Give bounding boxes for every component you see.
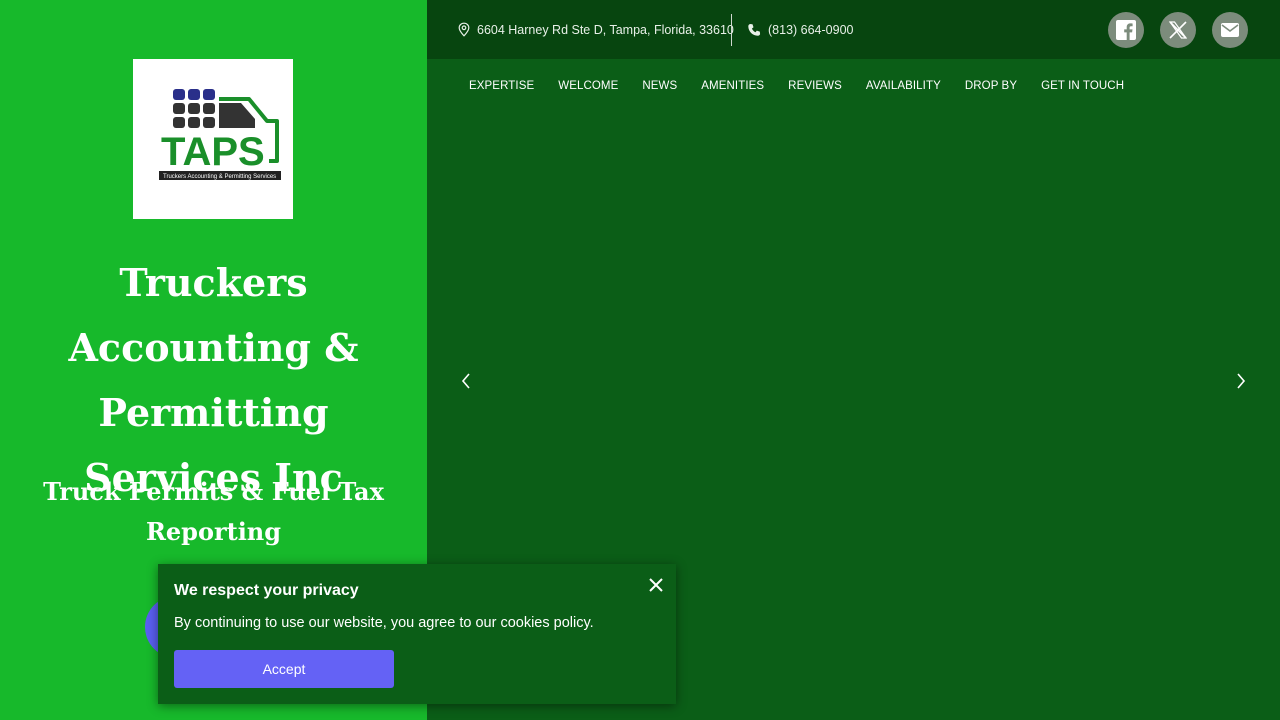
top-contact-bar: 6604 Harney Rd Ste D, Tampa, Florida, 33… <box>427 0 1280 59</box>
nav-item-get-in-touch[interactable]: GET IN TOUCH <box>1041 80 1124 98</box>
cookie-close-button[interactable] <box>646 575 666 595</box>
phone-icon <box>748 23 761 36</box>
slider-prev-button[interactable] <box>454 368 478 394</box>
x-icon <box>1168 21 1188 39</box>
business-name: Truckers Accounting & Permitting Service… <box>68 260 359 500</box>
nav-item-amenities[interactable]: AMENITIES <box>701 80 764 98</box>
cookie-banner-message: By continuing to use our website, you ag… <box>174 615 594 631</box>
nav-item-availability[interactable]: AVAILABILITY <box>866 80 941 98</box>
slider-next-button[interactable] <box>1229 368 1253 394</box>
phone-text: (813) 664-0900 <box>768 22 854 37</box>
taps-logo-icon: TAPS Truckers Accounting & Permitting Se… <box>159 89 281 180</box>
nav-item-reviews[interactable]: REVIEWS <box>788 80 842 98</box>
location-pin-icon <box>458 22 470 37</box>
chevron-right-icon <box>1237 373 1246 389</box>
nav-item-expertise[interactable]: EXPERTISE <box>469 80 534 98</box>
business-tagline: Truck Permits & Fuel Tax Reporting <box>43 477 384 546</box>
phone-link[interactable]: (813) 664-0900 <box>747 0 853 59</box>
chevron-left-icon <box>461 373 470 389</box>
cookie-accept-button[interactable]: Accept <box>174 650 394 688</box>
email-button[interactable] <box>1212 12 1248 48</box>
email-icon <box>1221 23 1239 37</box>
nav-item-news[interactable]: NEWS <box>642 80 677 98</box>
contact-divider <box>731 14 732 46</box>
facebook-button[interactable] <box>1108 12 1144 48</box>
facebook-icon <box>1116 20 1136 40</box>
nav-item-drop-by[interactable]: DROP BY <box>965 80 1017 98</box>
cookie-banner-title: We respect your privacy <box>174 582 359 599</box>
logo-subtext: Truckers Accounting & Permitting Service… <box>163 174 276 180</box>
address-link[interactable]: 6604 Harney Rd Ste D, Tampa, Florida, 33… <box>457 0 734 59</box>
x-button[interactable] <box>1160 12 1196 48</box>
cookie-banner: We respect your privacy By continuing to… <box>158 564 676 704</box>
close-icon <box>649 578 663 592</box>
logo-text: TAPS <box>161 130 265 174</box>
address-text: 6604 Harney Rd Ste D, Tampa, Florida, 33… <box>477 22 734 37</box>
main-nav: EXPERTISE WELCOME NEWS AMENITIES REVIEWS… <box>469 80 1124 98</box>
nav-item-welcome[interactable]: WELCOME <box>558 80 618 98</box>
business-logo[interactable]: TAPS Truckers Accounting & Permitting Se… <box>133 59 293 219</box>
